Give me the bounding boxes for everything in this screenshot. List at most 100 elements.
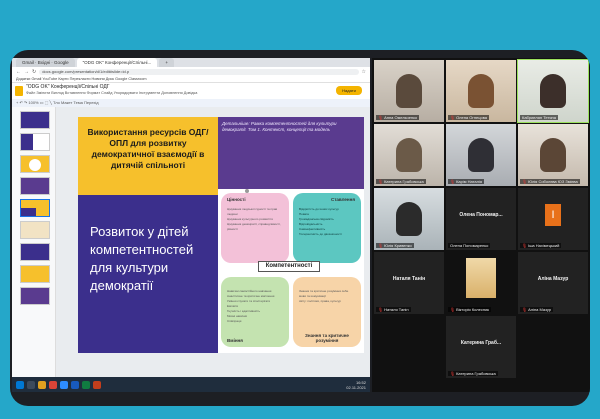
shared-screen-browser: Gmail · Вхідні · Google "ODG OK" Конфере… xyxy=(12,58,370,392)
participant-tile[interactable]: Аліна Мазур 🎙Аліна Мазур xyxy=(518,252,588,314)
slide-thumbnail[interactable]: 6 xyxy=(20,221,50,239)
participant-tile[interactable]: 🎙Юлія Соболєва ЮЗ Змієва xyxy=(518,124,588,186)
slide-purple-block: Розвиток у дітей компетентностей для кул… xyxy=(78,195,218,353)
slides-toolbar[interactable]: + ↶ ↷ 100% ▭ ⬚ ╲ Тло Макет Тема Перехід xyxy=(12,99,370,107)
start-menu-icon[interactable] xyxy=(16,380,24,389)
participant-name: 🎙Карім Наталія xyxy=(448,179,485,184)
browser-tab-strip: Gmail · Вхідні · Google "ODG OK" Конфере… xyxy=(12,58,370,67)
quadrant-title: Вміння xyxy=(227,338,243,343)
star-icon[interactable]: ☆ xyxy=(362,69,366,75)
windows-taskbar: 16:52 02.11.2021 xyxy=(12,377,370,392)
competences-label: Компетентності xyxy=(258,261,320,272)
participant-tile[interactable]: 🎙Вікторія Колесник xyxy=(446,252,516,314)
back-arrow-icon[interactable]: ← xyxy=(16,69,21,75)
participant-tile[interactable]: Олена Пономар... Олена Пономаренко xyxy=(446,188,516,250)
muted-mic-icon: 🎙 xyxy=(522,179,528,184)
participant-name: 🎙Юлія Кривенко xyxy=(376,243,414,248)
reload-icon[interactable]: ↻ xyxy=(32,69,36,75)
quadrant-text: Знання та критичне розуміння себе мови т… xyxy=(299,289,349,303)
skills-quadrant: Навички самостійного навчання Аналітичне… xyxy=(221,277,289,347)
participant-tile[interactable]: Наталя Танін 🎙Наталя Танін xyxy=(374,252,444,314)
powerpoint-icon[interactable] xyxy=(93,380,101,389)
participant-name: Олена Пономаренко xyxy=(448,243,491,248)
participant-tile-active-speaker[interactable]: Кабриелян Тетяна xyxy=(517,59,589,123)
participant-display-name: Катерина Граб... xyxy=(460,340,502,346)
participant-display-name: Олена Пономар... xyxy=(459,212,503,218)
taskbar-clock: 16:52 02.11.2021 xyxy=(346,379,366,390)
slides-logo-icon[interactable] xyxy=(15,86,23,96)
participant-initial-avatar: I xyxy=(545,204,561,226)
muted-mic-icon: 🎙 xyxy=(378,307,384,312)
meeting-window: Gmail · Вхідні · Google "ODG OK" Конфере… xyxy=(10,50,590,406)
participant-tile[interactable]: 🎙Анна Омельченко xyxy=(374,60,444,122)
muted-mic-icon: 🎙 xyxy=(522,307,528,312)
slide-thumbnail[interactable]: 1 xyxy=(20,111,50,129)
participant-tile[interactable]: 🎙Олена Огнецова xyxy=(446,60,516,122)
search-icon[interactable] xyxy=(27,380,35,389)
participants-grid: 🎙Анна Омельченко 🎙Олена Огнецова Кабриел… xyxy=(372,58,590,392)
values-quadrant: Цінності Цінування людської гідності та … xyxy=(221,193,289,263)
file-explorer-icon[interactable] xyxy=(38,380,46,389)
slide-thumbnail[interactable]: 4 xyxy=(20,177,50,195)
attitudes-quadrant: Ставлення Відкритість до інших культур П… xyxy=(293,193,361,263)
share-button[interactable]: Надати доступ xyxy=(336,86,362,102)
slide-reference-text: Детальніше: Рамка компетентностей для ку… xyxy=(222,121,337,132)
participant-avatar xyxy=(540,138,566,172)
participant-avatar xyxy=(468,138,494,172)
participant-name: 🎙Аліна Мазур xyxy=(520,307,554,312)
participant-avatar xyxy=(468,74,494,108)
slide-thumbnail[interactable]: 3 xyxy=(20,155,50,173)
participant-tile[interactable]: I 🎙Іша Нахімецький xyxy=(518,188,588,250)
slide-thumbnail[interactable]: 8 xyxy=(20,265,50,283)
slides-menu-bar[interactable]: Файл Змінити Вигляд Вставлення Формат Сл… xyxy=(26,91,197,95)
participant-name: 🎙Анна Омельченко xyxy=(376,115,420,120)
new-tab-button[interactable]: + xyxy=(159,58,174,67)
participant-tile[interactable]: 🎙Карім Наталія xyxy=(446,124,516,186)
quadrant-title: Цінності xyxy=(227,197,246,202)
participant-tile[interactable]: Катерина Граб... 🎙Катерина Грабовська xyxy=(446,316,516,378)
participant-avatar xyxy=(396,138,422,172)
word-icon[interactable] xyxy=(71,380,79,389)
document-title[interactable]: "ODG OK" Конференції/Спільні ОДГ xyxy=(26,84,109,90)
quadrant-title: Ставлення xyxy=(330,197,355,202)
muted-mic-icon: 🎙 xyxy=(450,179,456,184)
excel-icon[interactable] xyxy=(82,380,90,389)
slide-gold-block: Використання ресурсів ОДГ/ОПЛ для розвит… xyxy=(78,117,218,195)
zoom-icon[interactable] xyxy=(60,380,68,389)
participant-name: 🎙Катерина Грабовська xyxy=(448,371,498,376)
browser-tab[interactable]: Gmail · Вхідні · Google xyxy=(16,58,75,67)
forward-arrow-icon[interactable]: → xyxy=(24,69,29,75)
slide-thumbnail[interactable]: 2 xyxy=(20,133,50,151)
participant-avatar xyxy=(540,74,566,108)
browser-tab-active[interactable]: "ODG OK" Конференції/Спільні... xyxy=(76,58,158,67)
slide-reference-block: Детальніше: Рамка компетентностей для ку… xyxy=(218,117,364,189)
participant-name: 🎙Іша Нахімецький xyxy=(520,243,562,248)
address-bar: ← → ↻ docs.google.com/presentation/d/1/e… xyxy=(12,67,370,76)
slide-canvas: Використання ресурсів ОДГ/ОПЛ для розвит… xyxy=(56,107,370,377)
participant-photo xyxy=(466,258,496,298)
muted-mic-icon: 🎙 xyxy=(450,307,456,312)
slide-thumbnail[interactable]: 7 xyxy=(20,243,50,261)
muted-mic-icon: 🎙 xyxy=(378,243,384,248)
bookmarks-bar[interactable]: Додатки Gmail YouTube Карти Перекласти Н… xyxy=(12,76,370,83)
participant-name: 🎙Катерина Грабовська xyxy=(376,179,426,184)
quadrant-text: Відкритість до інших культур Повага Гром… xyxy=(299,207,342,236)
chrome-icon[interactable] xyxy=(49,380,57,389)
current-slide[interactable]: Використання ресурсів ОДГ/ОПЛ для розвит… xyxy=(78,117,364,353)
slide-heading: Використання ресурсів ОДГ/ОПЛ для розвит… xyxy=(87,127,209,170)
participant-tile[interactable]: 🎙Юлія Кривенко xyxy=(374,188,444,250)
participant-name: 🎙Юлія Соболєва ЮЗ Змієва xyxy=(520,179,580,184)
muted-mic-icon: 🎙 xyxy=(378,179,384,184)
participant-name: 🎙Вікторія Колесник xyxy=(448,307,492,312)
slide-thumbnail[interactable]: 9 xyxy=(20,287,50,305)
selection-handle[interactable] xyxy=(245,189,249,193)
slide-main-title: Розвиток у дітей компетентностей для кул… xyxy=(90,224,194,293)
slide-thumbnails-panel: 1 2 3 4 5 6 7 8 9 xyxy=(12,107,56,377)
muted-mic-icon: 🎙 xyxy=(378,115,384,120)
participant-name: Кабриелян Тетяна xyxy=(520,115,558,120)
participant-name: 🎙Наталя Танін xyxy=(376,307,411,312)
url-input[interactable]: docs.google.com/presentation/d/1/edit#sl… xyxy=(39,68,359,75)
quadrant-text: Цінування людської гідності та прав люди… xyxy=(227,207,281,231)
participant-tile[interactable]: 🎙Катерина Грабовська xyxy=(374,124,444,186)
slide-thumbnail-selected[interactable]: 5 xyxy=(20,199,50,217)
